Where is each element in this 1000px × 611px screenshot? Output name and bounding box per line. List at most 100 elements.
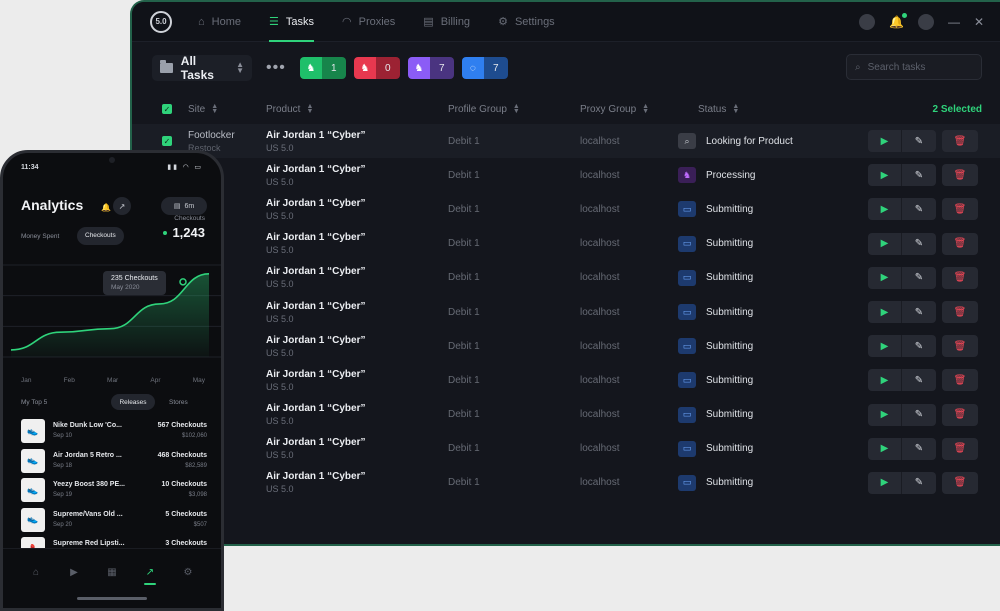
tab-stores[interactable]: Stores [169,399,188,406]
tab-releases[interactable]: Releases [111,394,155,410]
profile-group-cell: Debit 1 [448,169,480,181]
analytics-icon[interactable]: ↗ [142,565,158,585]
more-options-icon[interactable]: ••• [266,59,286,77]
edit-task-button[interactable]: ✎ [902,404,936,426]
tab-money-spent[interactable]: Money Spent [21,233,59,240]
start-task-button[interactable]: ▶ [868,403,902,426]
stat-success[interactable]: ♞ 1 [299,57,346,79]
proxy-group-cell: localhost [580,340,620,352]
start-task-button[interactable]: ▶ [868,437,902,460]
list-item[interactable]: 👟 Nike Dunk Low 'Co... Sep 10 567 Checkouts… [3,417,221,447]
chart-point-highlight[interactable] [179,278,187,286]
edit-task-button[interactable]: ✎ [902,301,936,323]
range-select[interactable]: ▤ 6m [161,197,207,215]
delete-task-button[interactable]: 🗑 [942,164,978,187]
delete-task-button[interactable]: 🗑 [942,471,978,494]
column-product[interactable]: Product ▲ ▼ [266,103,313,115]
edit-task-button[interactable]: ✎ [902,233,936,255]
nav-tab-tasks[interactable]: ☰ Tasks [255,2,328,42]
edit-task-button[interactable]: ✎ [902,198,936,220]
globe-icon[interactable] [858,14,875,30]
delete-task-button[interactable]: 🗑 [942,266,978,289]
tab-checkouts[interactable]: Checkouts [77,227,124,245]
edit-task-button[interactable]: ✎ [902,438,936,460]
nav-tab-settings[interactable]: ⚙ Settings [484,2,569,42]
column-proxy-group[interactable]: Proxy Group ▲ ▼ [580,103,649,115]
close-icon[interactable]: ✕ [974,15,984,29]
run-edit-group: ▶ ✎ [868,437,936,460]
edit-task-button[interactable]: ✎ [902,164,936,186]
stat-processing[interactable]: ♞ 7 [407,57,454,79]
proxies-icon[interactable]: ▦ [104,565,120,579]
status-text: Submitting [706,238,754,250]
table-row[interactable]: ockerAir Jordan 1 “Cyber”US 5.0Debit 1lo… [132,466,1000,500]
start-task-button[interactable]: ▶ [868,335,902,358]
start-task-button[interactable]: ▶ [868,471,902,494]
release-name: Nike Dunk Low 'Co... [53,422,122,429]
bell-icon[interactable]: 🔔 [889,13,907,29]
edit-task-button[interactable]: ✎ [902,130,936,152]
avatar-icon[interactable] [917,14,934,30]
release-amount: $82,589 [185,462,207,469]
start-task-button[interactable]: ▶ [868,198,902,221]
nav-tab-billing[interactable]: ▤ Billing [409,2,484,42]
delete-task-button[interactable]: 🗑 [942,301,978,324]
table-row[interactable]: ✓ockerAir Jordan 1 “Cyber”US 5.0Debit 1l… [132,158,1000,192]
stat-running[interactable]: ◌ 7 [461,57,508,79]
delete-task-button[interactable]: 🗑 [942,232,978,255]
product-name: Air Jordan 1 “Cyber” [266,437,366,449]
product-thumbnail: 👟 [21,448,45,473]
nav-tab-proxies[interactable]: ◠ Proxies [328,2,409,42]
home-icon[interactable]: ⌂ [28,565,44,579]
table-row[interactable]: ✓ Footlocker Restock Air Jordan 1 “Cyber” US… [132,124,1000,159]
table-row[interactable]: ockerAir Jordan 1 “Cyber”US 5.0Debit 1lo… [132,363,1000,397]
stat-failed[interactable]: ♞ 0 [353,57,400,79]
table-row[interactable]: ockerAir Jordan 1 “Cyber”US 5.0Debit 1lo… [132,432,1000,466]
edit-task-button[interactable]: ✎ [902,472,936,494]
row-checkbox[interactable]: ✓ [162,136,172,147]
delete-task-button[interactable]: 🗑 [942,437,978,460]
list-item[interactable]: 👟 Supreme/Vans Old ... Sep 20 5 Checkouts $5… [3,506,221,536]
delete-task-button[interactable]: 🗑 [942,335,978,358]
start-task-button[interactable]: ▶ [868,232,902,255]
delete-task-button[interactable]: 🗑 [942,198,978,221]
product-thumbnail: 👟 [21,507,45,532]
list-item[interactable]: 👟 Yeezy Boost 380 PE... Sep 19 10 Checkouts… [3,476,221,506]
delete-task-button[interactable]: 🗑 [942,130,978,153]
column-profile-group[interactable]: Profile Group ▲ ▼ [448,103,520,115]
edit-task-button[interactable]: ✎ [902,335,936,357]
product-size: US 5.0 [266,416,294,427]
month-tick-label: Mar [107,376,119,384]
nav-tab-label: Billing [440,15,471,28]
table-row[interactable]: ockerAir Jordan 1 “Cyber”US 5.0Debit 1lo… [132,398,1000,432]
bell-icon[interactable]: 🔔 [101,203,111,212]
submit-status-icon: ▭ [678,338,696,355]
list-item[interactable]: 👟 Air Jordan 5 Retro ... Sep 18 468 Checkou… [3,447,221,477]
status-cell: ▭ Submitting [678,338,753,355]
delete-task-button[interactable]: 🗑 [942,403,978,426]
edit-task-button[interactable]: ✎ [902,369,936,391]
select-all-checkbox[interactable]: ✓ [162,104,172,114]
table-row[interactable]: ockerAir Jordan 1 “Cyber”US 5.0Debit 1lo… [132,192,1000,226]
stat-count: 1 [321,57,346,79]
start-task-button[interactable]: ▶ [868,266,902,289]
column-status[interactable]: Status ▲ ▼ [698,103,739,115]
tasks-icon[interactable]: ▶ [66,565,82,579]
start-task-button[interactable]: ▶ [868,369,902,392]
settings-icon[interactable]: ⚙ [180,565,196,579]
table-row[interactable]: ockerAir Jordan 1 “Cyber”US 5.0Debit 1lo… [132,261,1000,295]
nav-tab-home[interactable]: ⌂ Home [184,2,255,42]
table-row[interactable]: ockerAir Jordan 1 “Cyber”US 5.0Debit 1lo… [132,227,1000,261]
table-row[interactable]: ockerAir Jordan 1 “Cyber”US 5.0Debit 1lo… [132,329,1000,363]
edit-task-button[interactable]: ✎ [902,267,936,289]
start-task-button[interactable]: ▶ [868,301,902,324]
trend-icon[interactable]: ↗ [113,197,131,215]
start-task-button[interactable]: ▶ [868,164,902,187]
column-site[interactable]: Site ▲ ▼ [188,103,218,115]
task-group-select[interactable]: All Tasks ▲ ▼ [152,54,252,82]
delete-task-button[interactable]: 🗑 [942,369,978,392]
search-tasks-input[interactable]: ⌕ Search tasks [846,54,982,80]
table-row[interactable]: ockerAir Jordan 1 “Cyber”US 5.0Debit 1lo… [132,295,1000,329]
minimize-icon[interactable]: — [948,15,960,29]
start-task-button[interactable]: ▶ [868,130,902,153]
